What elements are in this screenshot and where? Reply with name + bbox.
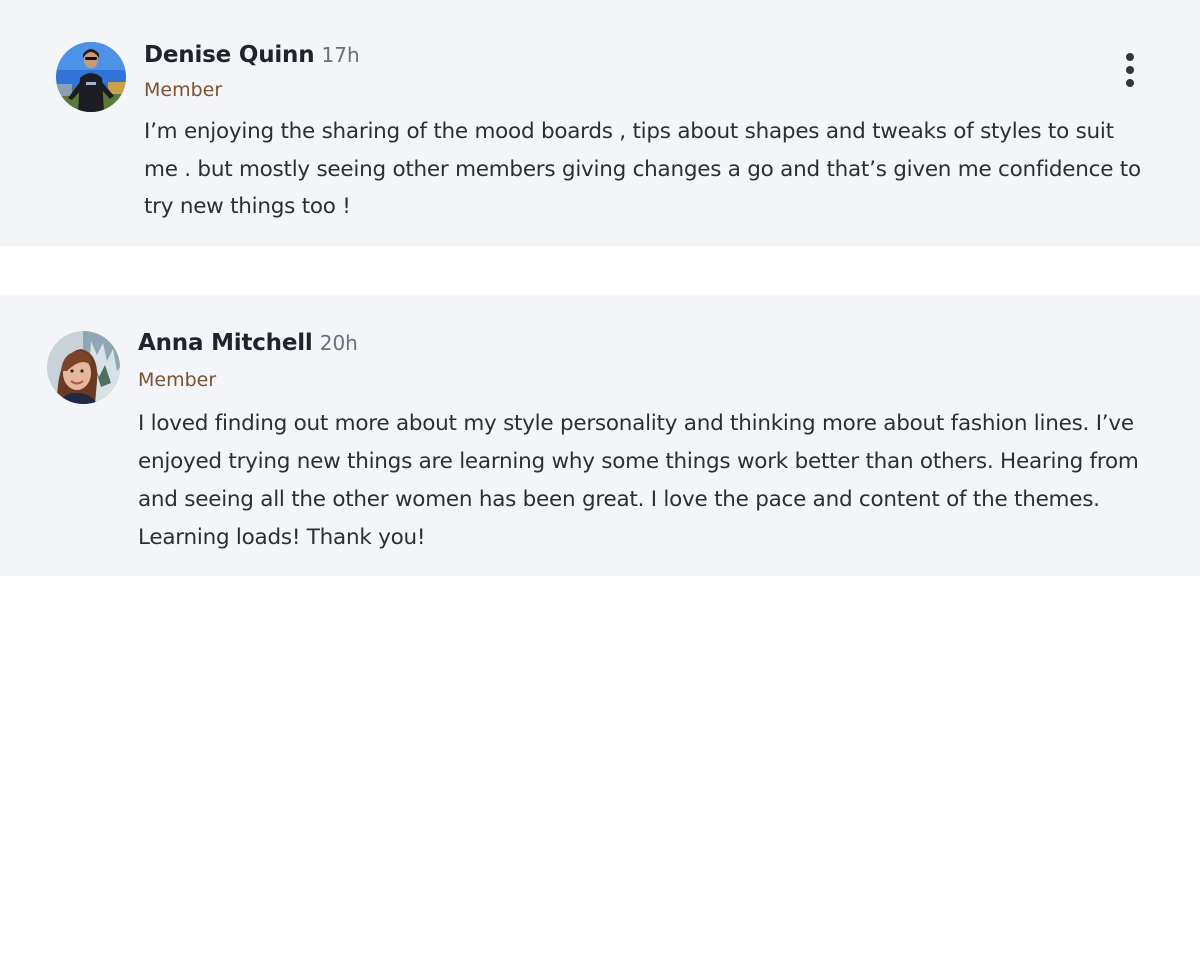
activity-feed: Denise Quinn 17h Member I’m enjoying the… (0, 0, 1200, 960)
post-header: Denise Quinn 17h (144, 42, 360, 68)
post-card: Denise Quinn 17h Member I’m enjoying the… (0, 0, 1200, 246)
more-vertical-icon-dot (1126, 66, 1134, 74)
avatar[interactable] (56, 42, 126, 112)
post-text: I’m enjoying the sharing of the mood boa… (144, 119, 1141, 219)
more-options-button[interactable] (1116, 50, 1144, 90)
more-vertical-icon (1126, 53, 1134, 61)
avatar[interactable] (47, 331, 120, 404)
more-vertical-icon-dot (1126, 79, 1134, 87)
avatar-image (47, 331, 120, 404)
author-name[interactable]: Anna Mitchell (138, 330, 313, 356)
post-time: 17h (321, 43, 360, 67)
avatar-image (56, 42, 126, 112)
author-role: Member (138, 369, 217, 391)
author-role: Member (144, 79, 223, 101)
author-name[interactable]: Denise Quinn (144, 42, 315, 68)
post-header: Anna Mitchell 20h (138, 330, 358, 356)
post-text: I loved finding out more about my style … (138, 411, 1139, 550)
post-card: Anna Mitchell 20h Member I loved finding… (0, 295, 1200, 576)
post-time: 20h (319, 331, 358, 355)
